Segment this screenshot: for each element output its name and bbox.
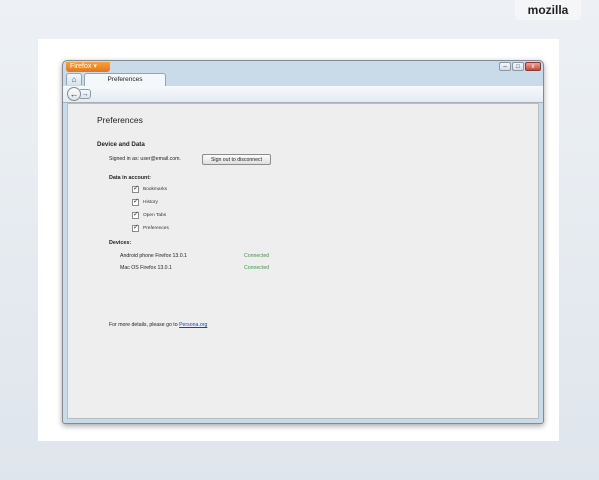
open-tabs-checkbox[interactable]: ✓ [132, 211, 139, 219]
checkbox-row-bookmarks[interactable]: ✓ Bookmarks [132, 185, 167, 193]
navigation-bar: → ← [63, 86, 543, 103]
back-button[interactable]: ← [67, 87, 81, 101]
title-bar: Firefox ▾ – □ x [63, 61, 543, 73]
checkbox-row-open-tabs[interactable]: ✓ Open Tabs [132, 211, 167, 219]
checkbox-row-preferences[interactable]: ✓ Preferences [132, 224, 169, 232]
checkbox-label: Open Tabs [143, 213, 167, 218]
devices-heading: Devices: [109, 240, 132, 246]
checkbox-label: History [143, 200, 158, 205]
check-icon: ✓ [133, 224, 139, 231]
window-controls: – □ x [499, 62, 541, 71]
forward-button[interactable]: → [80, 89, 91, 99]
device-status: Connected [244, 253, 270, 259]
close-button[interactable]: x [525, 62, 541, 71]
checkbox-label: Bookmarks [143, 187, 167, 192]
persona-link[interactable]: Persona.org [179, 322, 207, 328]
firefox-menu-button[interactable]: Firefox ▾ [66, 62, 110, 72]
home-tab[interactable]: ⌂ [66, 73, 82, 85]
more-details-prefix: For more details, please go to [109, 322, 180, 328]
tab-preferences[interactable]: Preferences [84, 73, 166, 86]
checkbox-row-history[interactable]: ✓ History [132, 198, 158, 206]
section-title: Device and Data [97, 141, 145, 148]
preferences-page: Preferences Device and Data Signed in as… [67, 103, 539, 419]
home-icon: ⌂ [71, 75, 77, 84]
page-title: Preferences [97, 115, 143, 125]
maximize-button[interactable]: □ [512, 62, 524, 71]
back-arrow-icon: ← [69, 89, 79, 99]
preferences-checkbox[interactable]: ✓ [132, 224, 139, 232]
data-in-account-heading: Data in account: [109, 175, 151, 181]
more-details-text: For more details, please go to Persona.o… [109, 322, 207, 328]
device-name: Mac OS Firefox 13.0.1 [120, 265, 172, 271]
check-icon: ✓ [133, 211, 139, 218]
minimize-button[interactable]: – [499, 62, 511, 71]
tab-strip: ⌂ Preferences [63, 73, 543, 86]
check-icon: ✓ [133, 185, 139, 192]
chevron-down-icon: ▾ [93, 63, 97, 70]
checkbox-label: Preferences [143, 226, 169, 231]
device-name: Android phone Firefox 13.0.1 [120, 253, 187, 259]
mozilla-brand-label: mozilla [515, 0, 581, 20]
check-icon: ✓ [133, 198, 139, 205]
device-status: Connected [244, 265, 270, 271]
forward-arrow-icon: → [81, 91, 89, 98]
sign-out-button[interactable]: Sign out to disconnect [202, 154, 271, 165]
browser-window: Firefox ▾ – □ x ⌂ Preferences → ← Prefer… [62, 60, 544, 424]
signed-in-status: Signed in as: user@email.com. [109, 156, 181, 162]
firefox-menu-label: Firefox [70, 63, 92, 70]
bookmarks-checkbox[interactable]: ✓ [132, 185, 139, 193]
history-checkbox[interactable]: ✓ [132, 198, 139, 206]
